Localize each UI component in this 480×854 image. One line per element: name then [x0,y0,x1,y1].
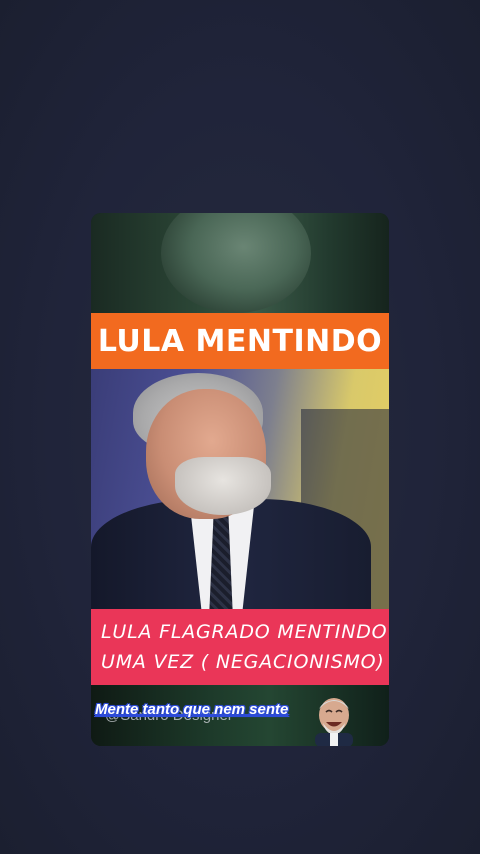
laughing-face-sticker-icon [315,698,353,746]
video-frame-image [91,369,389,609]
overlay-caption-text: Mente tanto que nem sente [95,701,289,718]
caption-line-1: LULA FLAGRADO MENTINDO MAIS [101,621,389,643]
beard-shape [175,457,271,515]
headline-text: LULA MENTINDO [97,323,383,359]
headline-banner: LULA MENTINDO [91,313,389,369]
bottom-image-strip: @Sandro Designer Mente tanto que nem sen… [91,685,389,746]
closeup-image-strip [91,213,389,313]
closeup-face-image [161,213,311,313]
caption-line-2: UMA VEZ ( NEGACIONISMO) [101,651,385,673]
caption-banner: LULA FLAGRADO MENTINDO MAIS UMA VEZ ( NE… [91,609,389,685]
video-card[interactable]: LULA MENTINDO LULA FLAGRADO MENTINDO MAI… [91,213,389,746]
